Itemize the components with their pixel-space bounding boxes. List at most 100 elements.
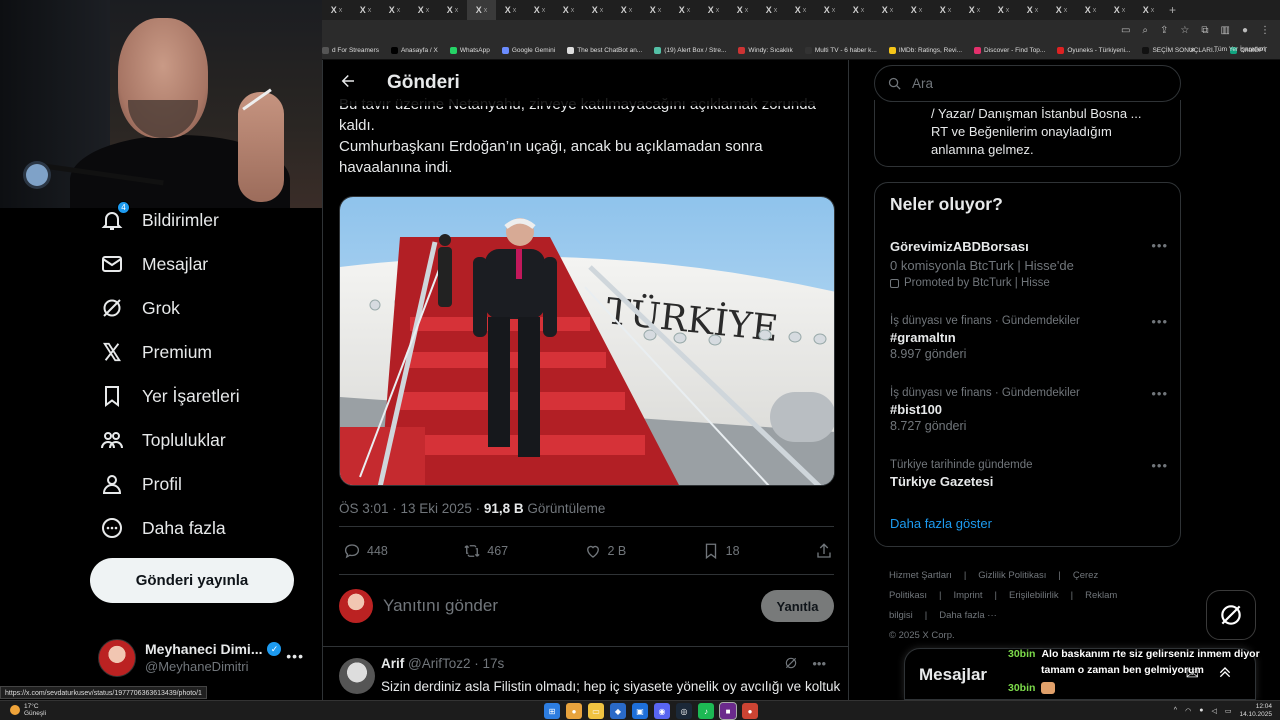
browser-tab[interactable]: Xx [1134, 0, 1163, 20]
reply-action[interactable]: 448 [343, 542, 388, 560]
battery-icon[interactable]: ▭ [1225, 707, 1232, 715]
store-icon[interactable]: ▣ [632, 703, 648, 719]
steam-icon[interactable]: ◎ [676, 703, 692, 719]
weather-widget[interactable]: 17°C Güneşli [10, 703, 46, 717]
browser-tab[interactable]: Xx [786, 0, 815, 20]
trend-item[interactable]: Türkiye tarihinde gündemde Türkiye Gazet… [890, 458, 1170, 490]
tray-chevron-icon[interactable]: ^ [1174, 707, 1177, 714]
browser-tab[interactable]: Xx [1076, 0, 1105, 20]
footer-link[interactable]: Daha fazla ··· [939, 610, 997, 621]
bookmark-item[interactable]: Oyuneks - Türkiyeni... [1057, 47, 1130, 54]
mic-icon[interactable]: ● [1199, 707, 1203, 714]
browser-tab[interactable]: Xx [409, 0, 438, 20]
browser-tab[interactable]: Xx [902, 0, 931, 20]
tab-close-icon[interactable]: x [629, 7, 633, 14]
footer-link[interactable]: Hizmet Şartları [889, 570, 952, 581]
post-timestamp[interactable]: ÖS 3:01 · 13 Eki 2025 · [339, 501, 484, 516]
tab-close-icon[interactable]: x [774, 7, 778, 14]
bookmark-item[interactable]: Multi TV - 6 haber k... [804, 47, 877, 54]
volume-icon[interactable]: ◁ [1211, 707, 1216, 715]
reply-input[interactable]: Yanıtını gönder [383, 596, 761, 616]
tab-close-icon[interactable]: x [397, 7, 401, 14]
tab-close-icon[interactable]: x [1035, 7, 1039, 14]
grok-icon[interactable] [784, 656, 798, 673]
reply-author-name[interactable]: Arif [381, 656, 404, 671]
reply-button[interactable]: Yanıtla [761, 590, 834, 622]
bookmark-action[interactable]: 18 [702, 542, 740, 560]
expand-up-icon[interactable] [1217, 664, 1233, 685]
browser-tab[interactable]: Xx [467, 0, 496, 20]
browser-tab[interactable]: Xx [815, 0, 844, 20]
browser-tab[interactable]: Xx [931, 0, 960, 20]
tab-close-icon[interactable]: x [1093, 7, 1097, 14]
profile-bio-card[interactable]: / Yazar/ Danışman İstanbul Bosna ... RT v… [874, 100, 1181, 167]
bookmarks-overflow[interactable]: » [1190, 44, 1195, 54]
tab-close-icon[interactable]: x [803, 7, 807, 14]
post-button[interactable]: Gönderi yayınla [90, 558, 294, 603]
obs-icon[interactable]: ■ [719, 702, 737, 720]
browser-tab[interactable]: Xx [1018, 0, 1047, 20]
bookmark-item[interactable]: Windy: Sıcaklık [738, 47, 793, 54]
sidebar-item-grok[interactable]: Grok [100, 288, 180, 328]
show-more-link[interactable]: Daha fazla göster [890, 516, 992, 531]
repost-action[interactable]: 467 [463, 542, 508, 560]
post-image[interactable]: TÜRKİYE [339, 196, 835, 486]
tab-close-icon[interactable]: x [426, 7, 430, 14]
browser-tab[interactable]: Xx [496, 0, 525, 20]
browser-tab[interactable]: Xx [1047, 0, 1076, 20]
sidebar-item-bildirimler[interactable]: 4 Bildirimler [100, 200, 219, 240]
trend-more-icon[interactable]: ••• [1151, 314, 1168, 329]
star-icon[interactable]: ☆ [1180, 25, 1189, 36]
tab-close-icon[interactable]: x [1064, 7, 1068, 14]
browser-tab[interactable]: Xx [844, 0, 873, 20]
extensions-icon[interactable]: ⧉ [1201, 25, 1208, 36]
bookmark-item[interactable]: Discover - Find Top... [974, 47, 1045, 54]
profile-icon[interactable]: ● [1242, 25, 1248, 36]
sidebar-icon[interactable]: ▥ [1221, 25, 1230, 36]
trend-more-icon[interactable]: ••• [1151, 458, 1168, 473]
app-icon[interactable]: ● [742, 703, 758, 719]
tab-close-icon[interactable]: x [919, 7, 923, 14]
bookmark-item[interactable]: (19) Alert Box / Stre... [654, 47, 726, 54]
chrome-icon[interactable]: ● [566, 703, 582, 719]
wifi-icon[interactable]: ◠ [1185, 707, 1191, 715]
sidebar-item-topluluklar[interactable]: Topluluklar [100, 420, 226, 460]
bookmark-item[interactable]: WhatsApp [449, 47, 490, 54]
bookmark-item[interactable]: Google Gemini [501, 47, 555, 54]
share-icon[interactable]: ⇪ [1160, 25, 1168, 36]
sidebar-item-daha-fazla[interactable]: Daha fazla [100, 508, 226, 548]
bookmark-item[interactable]: IMDb: Ratings, Revi... [888, 47, 962, 54]
browser-tab[interactable]: Xx [351, 0, 380, 20]
tab-close-icon[interactable]: x [484, 7, 488, 14]
browser-tab[interactable]: Xx [757, 0, 786, 20]
sidebar-item-premium[interactable]: Premium [100, 332, 212, 372]
start-icon[interactable]: ⊞ [544, 703, 560, 719]
footer-link[interactable]: Erişilebilirlik [1009, 590, 1059, 601]
folder-icon[interactable]: ▭ [588, 703, 604, 719]
tab-close-icon[interactable]: x [571, 7, 575, 14]
footer-link[interactable]: Imprint [953, 590, 982, 601]
trend-item[interactable]: İş dünyası ve finans · Gündemdekiler #gr… [890, 314, 1170, 363]
trend-more-icon[interactable]: ••• [1151, 386, 1168, 401]
footer-link[interactable]: Gizlilik Politikası [978, 570, 1046, 581]
tab-close-icon[interactable]: x [658, 7, 662, 14]
browser-tab[interactable]: Xx [525, 0, 554, 20]
more-icon[interactable]: ••• [812, 656, 826, 673]
clock[interactable]: 12:04 14.10.2025 [1239, 703, 1272, 718]
tab-close-icon[interactable]: x [861, 7, 865, 14]
search-input[interactable]: Ara [874, 65, 1181, 102]
bookmark-item[interactable]: The best ChatBot an... [567, 47, 642, 54]
account-switcher[interactable]: Meyhaneci Dimi... ✓ @MeyhaneDimitri ••• [98, 636, 312, 680]
tab-close-icon[interactable]: x [687, 7, 691, 14]
tab-close-icon[interactable]: x [716, 7, 720, 14]
browser-tab[interactable]: Xx [380, 0, 409, 20]
tab-close-icon[interactable]: x [1006, 7, 1010, 14]
sidebar-item-profil[interactable]: Profil [100, 464, 182, 504]
browser-tab[interactable]: Xx [322, 0, 351, 20]
tab-close-icon[interactable]: x [542, 7, 546, 14]
spotify-icon[interactable]: ♪ [698, 703, 714, 719]
tab-close-icon[interactable]: x [1151, 7, 1155, 14]
trend-more-icon[interactable]: ••• [1151, 238, 1168, 253]
browser-tab[interactable]: Xx [612, 0, 641, 20]
browser-tab[interactable]: Xx [438, 0, 467, 20]
